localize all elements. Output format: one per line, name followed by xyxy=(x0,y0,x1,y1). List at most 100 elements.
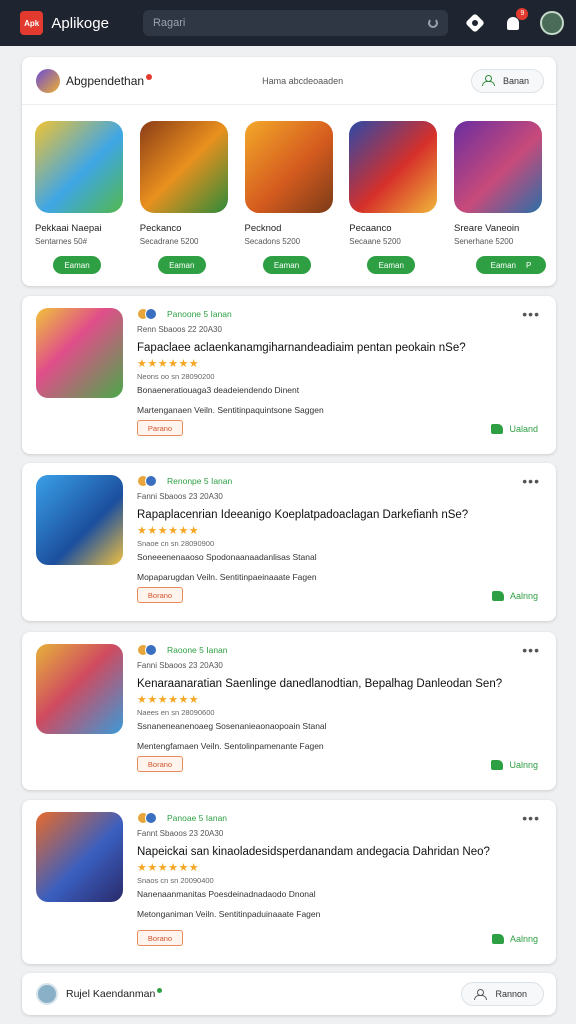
post-game-image[interactable] xyxy=(36,308,123,398)
post-game-image[interactable] xyxy=(36,644,123,734)
top-bar: Apk Aplikoge Ragari 9 xyxy=(0,0,576,46)
logo-text: Apk xyxy=(24,18,40,28)
post-title[interactable]: Napeickai san kinaoladesidsperdanandam a… xyxy=(137,846,540,858)
post-meta: Mentengfamaen Veiln. Sentolinpamenante F… xyxy=(137,741,324,751)
game-icon[interactable] xyxy=(244,121,333,213)
rating-stars: ★★★★★★ xyxy=(137,525,200,537)
post-game-image[interactable] xyxy=(36,812,123,902)
game-tile[interactable]: Peckanco Secadrane 5200 Eaman xyxy=(139,121,232,274)
publisher-avatar xyxy=(145,644,157,656)
more-options-icon[interactable]: ••• xyxy=(522,307,540,321)
follow-button-label: Rannon xyxy=(495,989,527,999)
mic-icon[interactable] xyxy=(427,18,438,28)
like-label: Aalnng xyxy=(509,591,538,601)
game-tile[interactable]: Pekkaai Naepai Sentarnes 50# Eaman xyxy=(35,121,127,274)
thumbs-up-icon xyxy=(491,591,504,601)
game-icon[interactable] xyxy=(454,121,542,213)
publisher-avatar[interactable] xyxy=(36,68,60,93)
settings-button[interactable] xyxy=(465,13,486,33)
post-title[interactable]: Fapaclaee aclaenkanamgiharnandeadiaim pe… xyxy=(137,342,540,354)
bell-icon xyxy=(506,16,519,30)
post-meta: Metonganiman Veiln. Sentitinpaduinaaate … xyxy=(137,909,321,919)
featured-games-row: Pekkaai Naepai Sentarnes 50# Eaman Pecka… xyxy=(22,105,556,274)
post-body: Panoone 5 Ianan ••• Renn Sbaoos 22 20A30… xyxy=(137,306,540,415)
featured-subtitle: Hama abcdeoaaden xyxy=(262,75,344,86)
game-name: Sreare Vaneoin xyxy=(454,223,520,234)
like-button[interactable]: Aalnng xyxy=(491,934,538,944)
follow-button[interactable]: Banan xyxy=(470,68,544,93)
feed-post[interactable]: Renonpe 5 Ianan ••• Fanni Sbaoos 23 20A3… xyxy=(22,463,556,621)
more-options-icon[interactable]: ••• xyxy=(522,811,540,825)
game-icon[interactable] xyxy=(349,121,438,213)
publisher-name[interactable]: Renonpe 5 Ianan xyxy=(167,476,522,486)
feed-post[interactable]: Panoae 5 Ianan ••• Fannt Sbaoos 23 20A30… xyxy=(22,800,556,964)
get-button[interactable]: Eaman xyxy=(157,256,206,274)
game-name: Pekkaai Naepai xyxy=(35,223,102,234)
post-meta: Bonaeneratiouaga3 deadeiendendo Dinent xyxy=(137,385,300,395)
app-title: Aplikoge xyxy=(51,14,109,32)
publisher-name[interactable]: Panoone 5 Ianan xyxy=(167,309,522,319)
game-tile[interactable]: Sreare Vaneoin Senerhane 5200 Eaman P xyxy=(454,121,546,274)
search-input[interactable]: Ragari xyxy=(142,10,448,36)
featured-header: Abgpendethan Hama abcdeoaaden Banan xyxy=(22,57,556,105)
more-options-icon[interactable]: ••• xyxy=(522,474,540,488)
follow-button[interactable]: Rannon xyxy=(461,982,544,1006)
post-title[interactable]: Kenaraanaratian Saenlinge danedlanodtian… xyxy=(137,678,540,690)
post-publisher-row: Panoae 5 Ianan ••• xyxy=(137,810,540,826)
post-meta: Soneeenenaaoso Spodonaanaadanlisas Stana… xyxy=(137,552,317,562)
post-meta: Snaos cn sn 20090400 xyxy=(137,876,214,885)
post-date: Renn Sbaoos 22 20A30 xyxy=(137,325,222,334)
get-button[interactable]: Eaman xyxy=(262,256,311,274)
game-tile[interactable]: Pecknod Secadons 5200 Eaman xyxy=(244,121,337,274)
game-name: Pecknod xyxy=(244,223,282,234)
game-meta: Sentarnes 50# xyxy=(35,237,88,246)
rating-stars: ★★★★★★ xyxy=(137,862,200,874)
more-options-icon[interactable]: ••• xyxy=(522,643,540,657)
get-button[interactable]: Eaman xyxy=(367,256,416,274)
post-date: Fannt Sbaoos 23 20A30 xyxy=(137,829,224,838)
feed-post[interactable]: Raoone 5 Ianan ••• Fanni Sbaoos 23 20A30… xyxy=(22,632,556,790)
like-button[interactable]: Aalnng xyxy=(491,591,538,601)
game-meta: Secadons 5200 xyxy=(244,237,301,246)
post-publisher-row: Panoone 5 Ianan ••• xyxy=(137,306,540,322)
game-tile[interactable]: Pecaanco Secaane 5200 Eaman xyxy=(349,121,441,274)
status-dot xyxy=(146,73,153,80)
post-tag-button[interactable]: Parano xyxy=(137,420,183,436)
post-publisher-row: Raoone 5 Ianan ••• xyxy=(137,642,540,658)
post-meta: Neons oo sn 28090200 xyxy=(137,372,215,381)
get-button[interactable]: Eaman P xyxy=(476,256,546,274)
publisher-name[interactable]: Abgpendethan xyxy=(66,74,144,88)
like-button[interactable]: Ualnng xyxy=(491,760,538,770)
get-button[interactable]: Eaman xyxy=(53,256,101,274)
game-icon[interactable] xyxy=(35,121,123,213)
post-meta: Naees en sn 28090600 xyxy=(137,708,215,717)
publisher-name[interactable]: Rujel Kaendanman xyxy=(66,988,461,1000)
game-icon[interactable] xyxy=(139,121,228,213)
user-avatar[interactable] xyxy=(540,11,564,35)
like-button[interactable]: Ualand xyxy=(491,424,538,434)
post-title[interactable]: Rapaplacenrian Ideeanigo Koeplatpadoacla… xyxy=(137,509,540,521)
rating-stars: ★★★★★★ xyxy=(137,358,200,370)
post-publisher-row: Renonpe 5 Ianan ••• xyxy=(137,473,540,489)
notification-badge: 9 xyxy=(516,8,529,20)
game-meta: Senerhane 5200 xyxy=(454,237,514,246)
feed-post[interactable]: Panoone 5 Ianan ••• Renn Sbaoos 22 20A30… xyxy=(22,296,556,454)
publisher-name[interactable]: Panoae 5 Ianan xyxy=(167,813,522,823)
featured-card: Abgpendethan Hama abcdeoaaden Banan Pekk… xyxy=(22,57,556,286)
like-label: Aalnng xyxy=(509,934,538,944)
get-button-extra: P xyxy=(526,260,532,270)
post-meta: Snaoe cn sn 28090900 xyxy=(137,539,215,548)
post-tag-button[interactable]: Borano xyxy=(137,587,183,603)
post-tag-button[interactable]: Borano xyxy=(137,756,183,772)
game-meta: Secadrane 5200 xyxy=(139,237,199,246)
logo-icon[interactable]: Apk xyxy=(20,11,44,35)
post-game-image[interactable] xyxy=(36,475,123,565)
person-icon xyxy=(481,75,495,86)
post-tag-button[interactable]: Borano xyxy=(137,930,183,946)
publisher-name[interactable]: Raoone 5 Ianan xyxy=(167,645,522,655)
notifications-button[interactable]: 9 xyxy=(503,8,529,33)
publisher-avatar xyxy=(145,475,157,487)
publisher-name-text: Rujel Kaendanman xyxy=(66,988,156,1000)
post-meta: Nanenaanmanitas Poesdeinadnadaodo Dnonal xyxy=(137,889,316,899)
publisher-avatar[interactable] xyxy=(36,983,58,1005)
